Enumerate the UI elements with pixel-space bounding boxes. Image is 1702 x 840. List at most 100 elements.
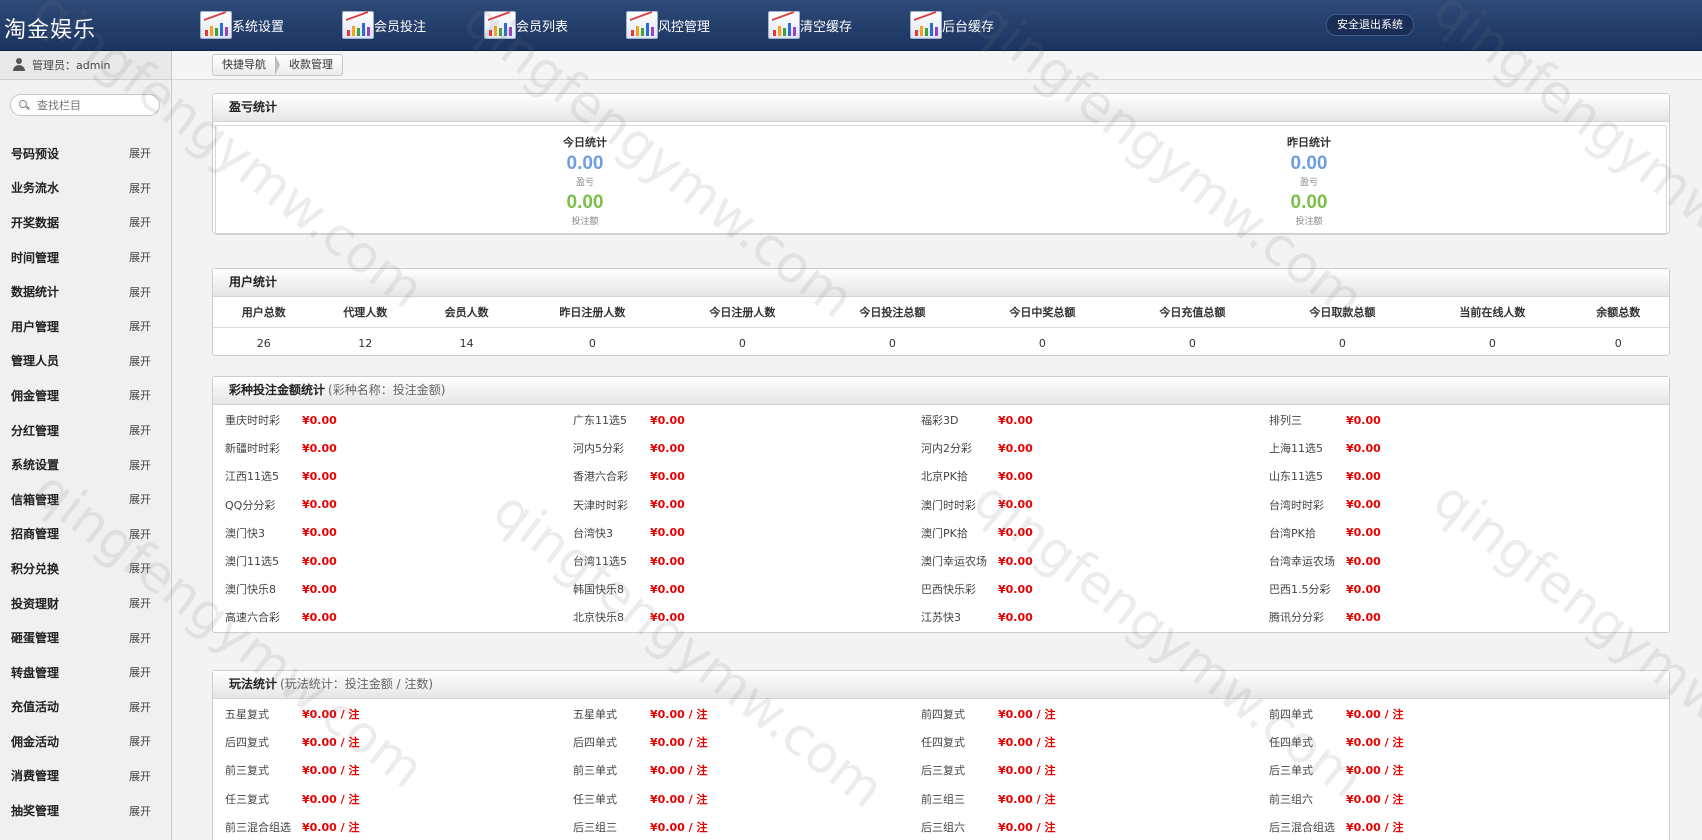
expand-toggle[interactable]: 展开 <box>129 803 151 819</box>
expand-toggle[interactable]: 展开 <box>129 284 151 300</box>
nav-item[interactable]: 系统设置 <box>200 0 342 50</box>
stat-item: 澳门快3 ¥0.00 <box>225 519 573 547</box>
stat-name: 前三组三 <box>921 792 965 806</box>
stat-item: 前三混合组选 ¥0.00 / 注 <box>225 813 573 840</box>
search-input[interactable] <box>35 97 159 113</box>
sidebar-item[interactable]: 消费管理 展开 <box>0 759 171 794</box>
stat-item: 五星单式 ¥0.00 / 注 <box>573 700 921 728</box>
sidebar-item[interactable]: 分红管理 展开 <box>0 413 171 448</box>
expand-toggle[interactable]: 展开 <box>129 145 151 161</box>
stat-name: 山东11选5 <box>1269 470 1323 484</box>
stat-item: 排列三 ¥0.00 <box>1269 406 1617 434</box>
main-content: 盈亏统计 今日统计 0.00 盈亏 0.00 投注额 昨日统计 0.00 盈亏 … <box>172 80 1702 840</box>
sidebar-item[interactable]: 用户管理 展开 <box>0 309 171 344</box>
stat-item: 后三单式 ¥0.00 / 注 <box>1269 756 1617 784</box>
stat-name: 福彩3D <box>921 414 959 428</box>
today-profit-label: 盈亏 <box>575 178 594 188</box>
nav-item[interactable]: 后台缓存 <box>910 0 1052 50</box>
stat-amount: ¥0.00 / 注 <box>302 820 360 834</box>
sidebar-item[interactable]: 开奖数据 展开 <box>0 205 171 240</box>
sidebar-item[interactable]: 充值活动 展开 <box>0 690 171 725</box>
expand-toggle[interactable]: 展开 <box>129 353 151 369</box>
sidebar-item[interactable]: 号码预设 展开 <box>0 136 171 171</box>
panel-subtitle: (玩法统计：投注金额 / 注数) <box>280 677 434 691</box>
expand-toggle[interactable]: 展开 <box>129 664 151 680</box>
chart-icon <box>626 10 658 39</box>
stat-name: 任三复式 <box>225 792 269 806</box>
stat-item: 江苏快3 ¥0.00 <box>921 603 1269 631</box>
sidebar-item-label: 信箱管理 <box>11 492 60 507</box>
sidebar-item[interactable]: 佣金管理 展开 <box>0 378 171 413</box>
expand-toggle[interactable]: 展开 <box>129 768 151 784</box>
sidebar-item[interactable]: 信箱管理 展开 <box>0 482 171 517</box>
stat-item: 任三复式 ¥0.00 / 注 <box>225 785 573 813</box>
expand-toggle[interactable]: 展开 <box>129 526 151 542</box>
stat-item: 后三组三 ¥0.00 / 注 <box>573 813 921 840</box>
expand-toggle[interactable]: 展开 <box>129 491 151 507</box>
sidebar-item[interactable]: 砸蛋管理 展开 <box>0 620 171 655</box>
expand-toggle[interactable]: 展开 <box>129 318 151 334</box>
sidebar-item[interactable]: 业务流水 展开 <box>0 171 171 206</box>
breadcrumb-current[interactable]: 收款管理 <box>280 55 342 75</box>
nav-item[interactable]: 会员列表 <box>484 0 626 50</box>
stat-item: 任四单式 ¥0.00 / 注 <box>1269 728 1617 756</box>
user-icon <box>12 58 26 72</box>
breadcrumb-home[interactable]: 快捷导航 <box>213 55 275 75</box>
nav-item[interactable]: 风控管理 <box>626 0 768 50</box>
table-header-row: 用户总数 代理人数 会员人数 昨日注册人数 今日注册人数 今日投注总额 今日中奖总额 今日充值… <box>213 297 1669 328</box>
sidebar-item[interactable]: 抽奖管理 展开 <box>0 793 171 828</box>
sidebar-item[interactable]: 佣金活动 展开 <box>0 724 171 759</box>
sidebar-item-label: 转盘管理 <box>11 665 60 680</box>
expand-toggle[interactable]: 展开 <box>129 630 151 646</box>
stat-amount: ¥0.00 / 注 <box>302 708 360 722</box>
expand-toggle[interactable]: 展开 <box>129 733 151 749</box>
stat-amount: ¥0.00 <box>650 469 685 483</box>
stat-name: 后三组六 <box>921 820 965 834</box>
expand-toggle[interactable]: 展开 <box>129 699 151 715</box>
stat-amount: ¥0.00 <box>302 610 337 624</box>
panel-title-text: 彩种投注金额统计 <box>229 383 326 397</box>
sidebar-item-label: 业务流水 <box>11 181 60 196</box>
stat-amount: ¥0.00 <box>650 554 685 568</box>
nav-item[interactable]: 会员投注 <box>342 0 484 50</box>
table-cell: 14 <box>459 336 474 350</box>
sidebar-item[interactable]: 系统设置 展开 <box>0 447 171 482</box>
expand-toggle[interactable]: 展开 <box>129 214 151 230</box>
sidebar-item[interactable]: 积分兑换 展开 <box>0 551 171 586</box>
expand-toggle[interactable]: 展开 <box>129 422 151 438</box>
expand-toggle[interactable]: 展开 <box>129 457 151 473</box>
stat-item: 香港六合彩 ¥0.00 <box>573 462 921 490</box>
stat-name: 江苏快3 <box>921 611 961 625</box>
sidebar-item[interactable]: 时间管理 展开 <box>0 240 171 275</box>
logout-button[interactable]: 安全退出系统 <box>1326 14 1414 36</box>
expand-toggle[interactable]: 展开 <box>129 387 151 403</box>
expand-toggle[interactable]: 展开 <box>129 560 151 576</box>
stat-name: 后三复式 <box>921 764 965 778</box>
sidebar-item-label: 充值活动 <box>11 700 60 715</box>
expand-toggle[interactable]: 展开 <box>129 180 151 196</box>
nav-item[interactable]: 清空缓存 <box>768 0 910 50</box>
sidebar-item[interactable]: 数据统计 展开 <box>0 274 171 309</box>
stat-name: 台湾11选5 <box>573 555 627 569</box>
stat-item: 广东11选5 ¥0.00 <box>573 406 921 434</box>
sidebar-item[interactable]: 投资理财 展开 <box>0 586 171 621</box>
stat-name: 任四复式 <box>921 736 965 750</box>
sidebar-item[interactable]: 管理人员 展开 <box>0 344 171 379</box>
user-stats-table: 用户总数 代理人数 会员人数 昨日注册人数 今日注册人数 今日投注总额 今日中奖总额 今日充值… <box>213 297 1669 358</box>
sidebar-item[interactable]: 转盘管理 展开 <box>0 655 171 690</box>
expand-toggle[interactable]: 展开 <box>129 249 151 265</box>
expand-toggle[interactable]: 展开 <box>129 595 151 611</box>
nav-label: 系统设置 <box>232 19 285 35</box>
panel-title: 玩法统计 (玩法统计：投注金额 / 注数) <box>213 671 1669 699</box>
sidebar-item-label: 时间管理 <box>11 250 60 265</box>
nav-label: 风控管理 <box>658 19 711 35</box>
stat-name: 台湾快3 <box>573 526 613 540</box>
sidebar-item[interactable]: 招商管理 展开 <box>0 517 171 552</box>
today-bet: 0.00 <box>566 192 604 213</box>
app-title: 淘金娱乐 <box>4 18 97 43</box>
stat-name: 高速六合彩 <box>225 611 280 625</box>
column-header: 今日投注总额 <box>817 297 968 328</box>
column-header: 昨日注册人数 <box>517 297 668 328</box>
stat-name: 五星单式 <box>573 708 617 722</box>
stat-item: 后四复式 ¥0.00 / 注 <box>225 728 573 756</box>
